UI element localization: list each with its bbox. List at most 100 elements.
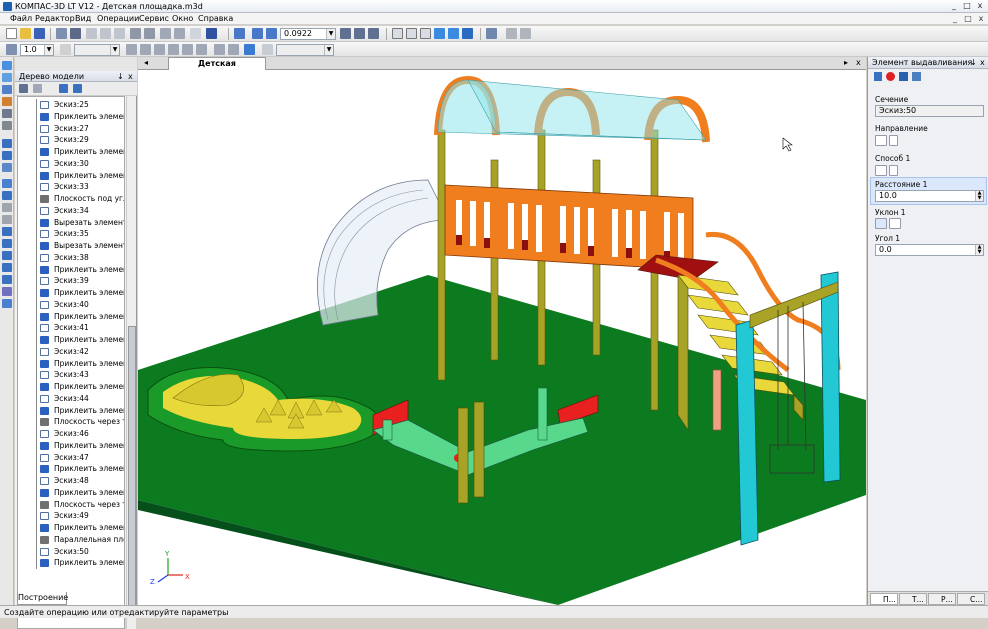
rotate-op-icon[interactable] <box>2 151 12 160</box>
tree-item[interactable]: Эскиз:43 <box>18 369 124 382</box>
hatch-icon[interactable] <box>154 44 165 55</box>
tree-item[interactable]: Плоскость под углом <box>18 193 124 205</box>
menu-window[interactable]: Окно <box>172 13 193 25</box>
menu-edit[interactable]: Редактор <box>35 13 75 25</box>
tree-item[interactable]: Приклеить элемент в <box>18 381 124 393</box>
tree-item[interactable]: Эскиз:46 <box>18 428 124 440</box>
measure-icon[interactable] <box>126 44 137 55</box>
tree-item[interactable]: Эскиз:48 <box>18 475 124 487</box>
tree-item[interactable]: Эскиз:34 <box>18 204 124 217</box>
tree-list[interactable]: Эскиз:25 Приклеить элемент в Эскиз:27 Эскиз… <box>17 96 125 629</box>
tree-pin-button[interactable]: ↓ <box>117 71 124 82</box>
pan-icon[interactable] <box>340 28 351 39</box>
section-field[interactable]: Эскиз:50 <box>875 105 984 117</box>
save-icon[interactable] <box>34 28 45 39</box>
local-cs-icon[interactable] <box>244 44 255 55</box>
zoom-scale-icon[interactable] <box>266 28 277 39</box>
redo-icon[interactable] <box>174 28 185 39</box>
perspective-icon[interactable] <box>462 28 473 39</box>
chevron-down-icon[interactable]: ▼ <box>324 45 333 55</box>
tab-close-icon[interactable]: x <box>856 58 861 67</box>
tree-relations-icon[interactable] <box>73 84 82 93</box>
chevron-down-icon[interactable] <box>889 165 898 176</box>
tree-item[interactable]: Эскиз:47 <box>18 451 124 464</box>
direction-forward-icon[interactable] <box>875 135 887 146</box>
table-tool-icon[interactable] <box>182 44 193 55</box>
tree-item[interactable]: Приклеить элемент в <box>18 404 124 417</box>
tree-item[interactable]: Приклеить элемент в <box>18 146 124 158</box>
filter-icon[interactable] <box>486 28 497 39</box>
tree-view-icon[interactable] <box>19 84 28 93</box>
tab-properties[interactable]: С... <box>957 593 985 605</box>
model-viewport[interactable]: X Y Z <box>138 70 866 605</box>
cut-icon[interactable] <box>86 28 97 39</box>
style-combo[interactable]: ▼ <box>74 44 120 56</box>
shell-icon[interactable] <box>2 251 12 260</box>
edit-details-icon[interactable] <box>2 73 12 82</box>
playground-model-render[interactable]: X Y Z <box>138 70 866 605</box>
fillet-icon[interactable] <box>2 227 12 236</box>
tree-item[interactable]: Приклеить элемент в <box>18 110 124 123</box>
tree-item[interactable]: Приклеить элемент в <box>18 486 124 499</box>
help-pointer-icon[interactable] <box>206 28 217 39</box>
tree-item[interactable]: Приклеить элемент в <box>18 169 124 182</box>
tree-item[interactable]: Эскиз:25 <box>18 99 124 111</box>
tab-scroll-right-icon[interactable]: ▸ <box>844 58 848 67</box>
tree-scroll-thumb[interactable] <box>128 326 136 616</box>
tree-close-button[interactable]: x <box>128 71 133 82</box>
menu-file[interactable]: Файл <box>10 13 32 25</box>
doc-minimize-button[interactable]: _ <box>950 13 960 25</box>
help-icon[interactable] <box>912 72 921 81</box>
rotate-icon[interactable] <box>354 28 365 39</box>
properties-icon[interactable] <box>144 28 155 39</box>
tree-item[interactable]: Вырезать элемент вы <box>18 240 124 252</box>
menu-view[interactable]: Вид <box>75 13 91 25</box>
tree-item[interactable]: Эскиз:29 <box>18 134 124 147</box>
layer-icon[interactable] <box>60 44 71 55</box>
new-document-icon[interactable] <box>6 28 17 39</box>
save-object-icon[interactable] <box>899 72 908 81</box>
undo-icon[interactable] <box>160 28 171 39</box>
arrays-icon[interactable] <box>2 109 12 118</box>
menu-service[interactable]: Сервис <box>139 13 169 25</box>
tree-item[interactable]: Эскиз:39 <box>18 275 124 288</box>
doc-restore-button[interactable]: □ <box>963 13 973 25</box>
kinematic-icon[interactable] <box>2 163 12 172</box>
shaded-edges-icon[interactable] <box>448 28 459 39</box>
tree-item[interactable]: Эскиз:38 <box>18 251 124 264</box>
orient-icon[interactable] <box>368 28 379 39</box>
tab-result[interactable]: Р... <box>928 593 956 605</box>
tree-scrollbar[interactable] <box>126 96 136 629</box>
cut-extrude-icon[interactable] <box>2 191 12 200</box>
loft-icon[interactable] <box>2 179 12 188</box>
menu-operations[interactable]: Операции <box>97 13 139 25</box>
doc-close-button[interactable]: x <box>976 13 986 25</box>
slope-outward-icon[interactable] <box>889 218 901 229</box>
chamfer-icon[interactable] <box>2 239 12 248</box>
print-icon[interactable] <box>70 28 81 39</box>
wireframe-icon[interactable] <box>392 28 403 39</box>
tree-item[interactable]: Приклеить элемент <box>18 557 124 570</box>
tree-item[interactable]: Плоскость через три <box>18 416 124 429</box>
snap-icon[interactable] <box>520 28 531 39</box>
tab-thin-wall[interactable]: Т... <box>899 593 927 605</box>
tree-item[interactable]: Эскиз:35 <box>18 228 124 241</box>
tree-item[interactable]: Вырезать элемент вы <box>18 216 124 229</box>
thin-hidden-icon[interactable] <box>420 28 431 39</box>
panel-toggle-icon[interactable] <box>2 61 12 70</box>
print-preview-icon[interactable] <box>56 28 67 39</box>
tree-item[interactable]: Эскиз:27 <box>18 122 124 135</box>
rib-icon[interactable] <box>2 263 12 272</box>
tree-item[interactable]: Приклеить элемент в <box>18 310 124 323</box>
open-folder-icon[interactable] <box>20 28 31 39</box>
tree-item[interactable]: Приклеить элемент в <box>18 463 124 476</box>
cut-rotate-icon[interactable] <box>2 203 12 212</box>
tree-item[interactable]: Эскиз:44 <box>18 392 124 405</box>
chevron-down-icon[interactable]: ▼ <box>326 29 335 39</box>
tab-parameters[interactable]: П... <box>870 593 898 605</box>
mirror-icon[interactable] <box>2 287 12 296</box>
tree-item[interactable]: Параллельная плоск <box>18 533 124 546</box>
tree-item[interactable]: Приклеить элемент в <box>18 357 124 370</box>
cut-kinematic-icon[interactable] <box>2 215 12 224</box>
leader-icon[interactable] <box>228 44 239 55</box>
